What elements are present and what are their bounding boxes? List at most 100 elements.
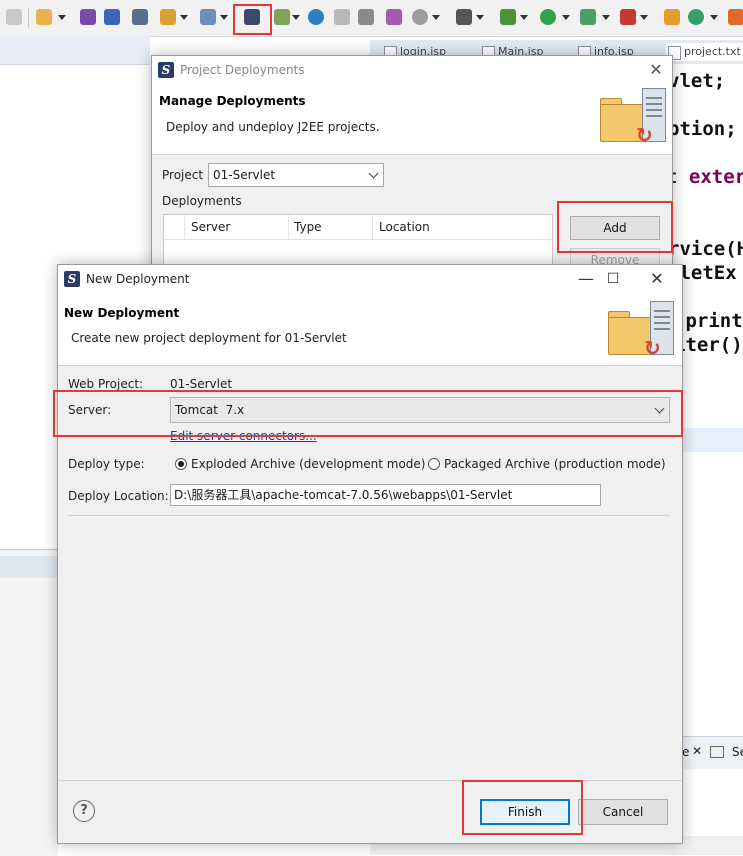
- wand-icon[interactable]: [160, 9, 176, 25]
- app-logo-icon: S: [64, 271, 80, 287]
- server-dropdown-icon[interactable]: [292, 15, 300, 20]
- project-combo-value: 01-Servlet: [213, 168, 276, 182]
- exploded-archive-radio[interactable]: [175, 458, 187, 470]
- dialog-heading: New Deployment: [64, 306, 180, 320]
- code-line: rvice(H: [668, 238, 743, 260]
- deploy-location-label: Deploy Location:: [68, 489, 169, 503]
- dialog-heading: Manage Deployments: [159, 94, 306, 108]
- dialog-description: Create new project deployment for 01-Ser…: [71, 331, 347, 345]
- chevron-down-icon: [368, 168, 379, 179]
- deployments-table[interactable]: Server Type Location: [163, 214, 553, 271]
- current-line-highlight: [680, 428, 743, 452]
- close-icon[interactable]: ✕: [643, 265, 671, 293]
- highlight-finish-button: [462, 780, 583, 835]
- app-logo-icon: S: [158, 62, 174, 78]
- deploy-wizard-icon: ↻: [606, 297, 676, 361]
- highlight-deploy-button: [233, 4, 272, 35]
- new-wizard-icon[interactable]: [36, 9, 52, 25]
- button-bar-divider: [58, 780, 682, 781]
- column-divider: [288, 215, 289, 239]
- external-tools-icon[interactable]: [620, 9, 636, 25]
- section-divider: [68, 515, 670, 516]
- close-icon[interactable]: ✕: [642, 56, 670, 84]
- debug-dropdown-icon[interactable]: [520, 15, 528, 20]
- run-icon[interactable]: [540, 9, 556, 25]
- new-deployment-dialog: S New Deployment — ☐ ✕ New Deployment Cr…: [57, 264, 683, 844]
- new-deployment-banner: New Deployment Create new project deploy…: [58, 293, 682, 366]
- packaged-archive-radio[interactable]: [428, 458, 440, 470]
- history-icon[interactable]: [358, 9, 374, 25]
- refresh-dropdown-icon[interactable]: [710, 15, 718, 20]
- close-icon[interactable]: ✕: [692, 744, 702, 758]
- external-tools-dropdown-icon[interactable]: [640, 15, 648, 20]
- web-browser-dropdown-icon[interactable]: [432, 15, 440, 20]
- server-icon[interactable]: [274, 9, 290, 25]
- console-tab-label[interactable]: Se: [732, 745, 743, 759]
- editor-tab-label: project.txt: [684, 45, 741, 58]
- editor-tab-project-txt[interactable]: project.txt: [666, 43, 743, 61]
- toolbar-overflow-icon[interactable]: [728, 9, 743, 25]
- forward-nav-icon[interactable]: [6, 9, 22, 25]
- search-tool-dropdown-icon[interactable]: [220, 15, 228, 20]
- camera-icon[interactable]: [456, 9, 472, 25]
- globe-icon[interactable]: [308, 9, 324, 25]
- window-title: Project Deployments: [180, 63, 305, 77]
- column-header-location[interactable]: Location: [379, 220, 430, 234]
- task-icon[interactable]: [386, 9, 402, 25]
- column-header-server[interactable]: Server: [191, 220, 230, 234]
- window-title: New Deployment: [86, 272, 190, 286]
- console-tabbar: e ✕ Se: [680, 736, 743, 769]
- deploy-type-label: Deploy type:: [68, 457, 145, 471]
- console-tab-label[interactable]: e: [682, 745, 689, 759]
- exploded-archive-label[interactable]: Exploded Archive (development mode): [191, 457, 426, 471]
- project-deployments-titlebar: S Project Deployments ✕: [152, 56, 672, 84]
- web-browser-icon[interactable]: [412, 9, 428, 25]
- console-icon: [710, 746, 724, 758]
- new-deployment-titlebar: S New Deployment — ☐ ✕: [58, 265, 682, 293]
- column-header-type[interactable]: Type: [294, 220, 322, 234]
- project-label: Project: [162, 168, 204, 182]
- toolbar-separator: [28, 8, 29, 28]
- lower-left-view-tabbar: [0, 556, 58, 578]
- dialog-description: Deploy and undeploy J2EE projects.: [166, 120, 380, 134]
- bookmark-icon[interactable]: [334, 9, 350, 25]
- project-combo[interactable]: 01-Servlet: [208, 163, 384, 187]
- search-tool-icon[interactable]: [200, 9, 216, 25]
- minimize-icon[interactable]: —: [572, 265, 600, 293]
- packaged-archive-label[interactable]: Packaged Archive (production mode): [444, 457, 666, 471]
- main-toolbar: [0, 0, 743, 37]
- cancel-button[interactable]: Cancel: [578, 799, 668, 825]
- deploy-location-field[interactable]: D:\服务器工具\apache-tomcat-7.0.56\webapps\01…: [170, 484, 601, 506]
- deployments-table-header: Server Type Location: [164, 215, 552, 240]
- project-deployments-banner: Manage Deployments Deploy and undeploy J…: [152, 84, 672, 155]
- gear-icon[interactable]: [664, 9, 680, 25]
- refresh-icon[interactable]: [688, 9, 704, 25]
- code-line: t exter: [666, 166, 743, 188]
- deploy-wizard-icon: ↻: [598, 84, 668, 148]
- code-line: .print: [674, 310, 743, 332]
- web-project-value: 01-Servlet: [170, 377, 233, 391]
- run-config-icon[interactable]: [580, 9, 596, 25]
- column-divider: [184, 215, 185, 239]
- run-dropdown-icon[interactable]: [562, 15, 570, 20]
- column-divider: [372, 215, 373, 239]
- new-wizard-dropdown-icon[interactable]: [58, 15, 66, 20]
- highlight-server-row: [53, 390, 683, 437]
- wand-dropdown-icon[interactable]: [180, 15, 188, 20]
- package-explorer-header: [0, 36, 150, 65]
- camera-dropdown-icon[interactable]: [476, 15, 484, 20]
- run-config-dropdown-icon[interactable]: [602, 15, 610, 20]
- highlight-add-button: [557, 201, 673, 253]
- code-line: ption;: [668, 118, 737, 140]
- help-icon[interactable]: ?: [73, 800, 95, 822]
- code-line: vlet;: [668, 70, 726, 92]
- cube-icon[interactable]: [104, 9, 120, 25]
- maximize-icon[interactable]: ☐: [599, 265, 627, 293]
- debug-icon[interactable]: [500, 9, 516, 25]
- java-class-icon[interactable]: [132, 9, 148, 25]
- package-icon[interactable]: [80, 9, 96, 25]
- deployments-label: Deployments: [162, 194, 242, 208]
- code-line: iter(): [674, 334, 743, 356]
- web-project-label: Web Project:: [68, 377, 144, 391]
- lower-left-view: [0, 549, 58, 856]
